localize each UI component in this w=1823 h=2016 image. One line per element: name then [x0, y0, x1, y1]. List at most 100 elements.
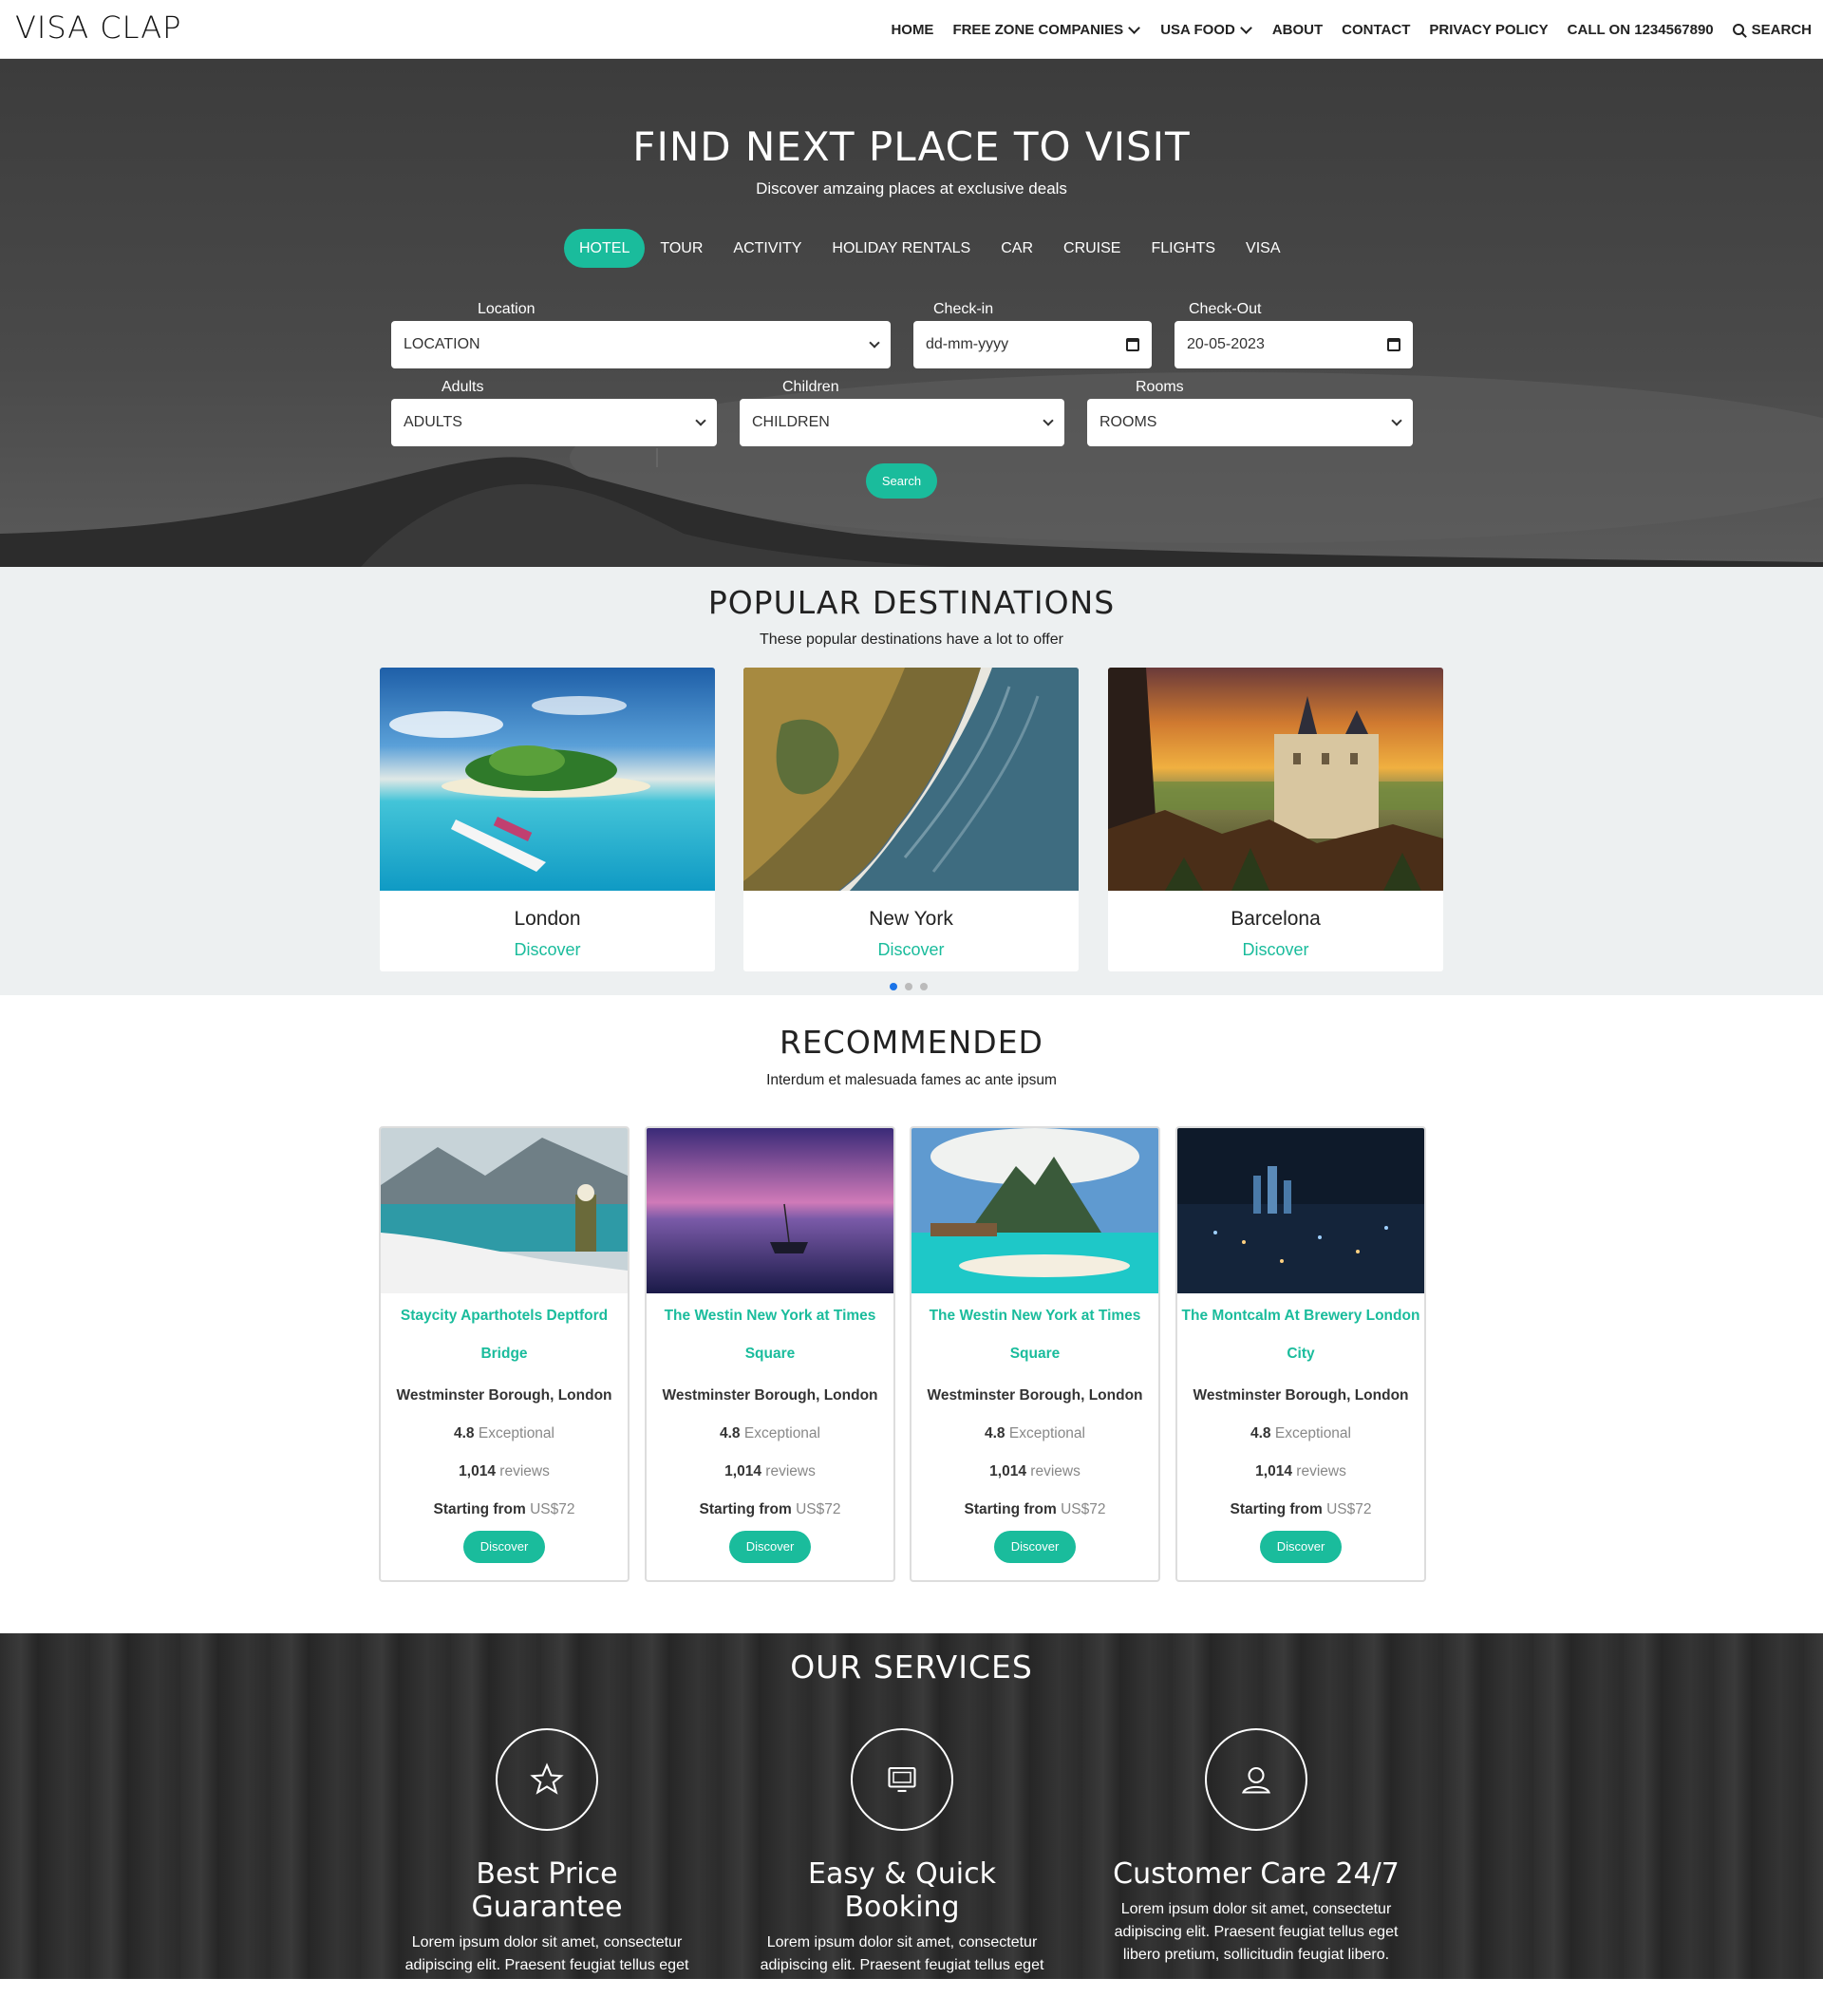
service-icon-circle: [851, 1728, 953, 1831]
checkout-label: Check-Out: [1189, 301, 1262, 317]
nav-usa-food-label: USA FOOD: [1160, 21, 1235, 38]
hotel-title[interactable]: The Montcalm At Brewery London City: [1177, 1297, 1424, 1373]
hero-section: FIND NEXT PLACE TO VISIT Discover amzain…: [0, 59, 1823, 567]
hotel-location: Westminster Borough, London: [396, 1387, 612, 1404]
tab-flights[interactable]: FLIGHTS: [1136, 229, 1231, 268]
nav-search[interactable]: SEARCH: [1732, 21, 1812, 38]
tab-car[interactable]: CAR: [986, 229, 1048, 268]
destination-image-new-york: [743, 668, 1079, 891]
nav-about[interactable]: ABOUT: [1272, 22, 1323, 38]
rating-text: Exceptional: [478, 1425, 554, 1441]
carousel-dot[interactable]: [905, 983, 912, 990]
rating-value: 4.8: [1250, 1425, 1271, 1441]
discover-button[interactable]: Discover: [729, 1531, 811, 1563]
discover-link[interactable]: Discover: [1108, 940, 1443, 960]
hotel-price: Starting from US$72: [912, 1491, 1158, 1529]
nav-privacy-label: PRIVACY POLICY: [1429, 21, 1549, 38]
discover-button[interactable]: Discover: [994, 1531, 1076, 1563]
adults-select[interactable]: ADULTS: [391, 399, 717, 446]
nav-usa-food[interactable]: USA FOOD: [1160, 22, 1253, 38]
price-value: US$72: [796, 1501, 841, 1517]
nav-free-zone-label: FREE ZONE COMPANIES: [952, 21, 1124, 38]
price-label: Starting from: [699, 1501, 792, 1517]
reviews-text: reviews: [765, 1463, 816, 1479]
hotel-rating: 4.8 Exceptional: [912, 1415, 1158, 1453]
price-value: US$72: [1326, 1501, 1372, 1517]
hotel-title[interactable]: Staycity Aparthotels Deptford Bridge: [381, 1297, 628, 1373]
destination-name: New York: [869, 908, 953, 930]
service-text: Lorem ipsum dolor sit amet, consectetur …: [760, 1934, 1044, 1973]
price-value: US$72: [530, 1501, 575, 1517]
hotel-title[interactable]: The Westin New York at Times Square: [647, 1297, 893, 1373]
tab-tour[interactable]: TOUR: [645, 229, 718, 268]
search-button[interactable]: Search: [866, 463, 937, 499]
checkout-date-input[interactable]: 20-05-2023: [1175, 321, 1413, 368]
nav-contact[interactable]: CONTACT: [1342, 22, 1410, 38]
destination-image-barcelona: [1108, 668, 1443, 891]
service-title: Customer Care 24/7: [1113, 1857, 1400, 1891]
hotel-price: Starting from US$72: [381, 1491, 628, 1529]
tab-holiday-rentals[interactable]: HOLIDAY RENTALS: [817, 229, 986, 268]
page-footer-gap: [0, 1979, 1823, 2016]
destination-image-london: [380, 668, 715, 891]
chevron-down-icon: [1239, 21, 1252, 34]
nav-about-label: ABOUT: [1271, 21, 1324, 38]
price-value: US$72: [1061, 1501, 1106, 1517]
chevron-down-icon: [1391, 415, 1402, 426]
nav-contact-label: CONTACT: [1342, 21, 1411, 38]
rooms-select[interactable]: ROOMS: [1087, 399, 1413, 446]
checkout-value: 20-05-2023: [1187, 336, 1265, 352]
tab-cruise[interactable]: CRUISE: [1048, 229, 1136, 268]
carousel-dot[interactable]: [890, 983, 897, 990]
discover-link[interactable]: Discover: [743, 940, 1079, 960]
chevron-down-icon: [695, 415, 706, 426]
popular-destinations-section: POPULAR DESTINATIONS These popular desti…: [0, 567, 1823, 995]
nav-home[interactable]: HOME: [891, 22, 933, 38]
discover-button[interactable]: Discover: [463, 1531, 545, 1563]
reviews-text: reviews: [499, 1463, 550, 1479]
rating-text: Exceptional: [743, 1425, 820, 1441]
destination-card[interactable]: Barcelona Discover: [1108, 668, 1443, 971]
destination-name: London: [514, 908, 581, 930]
discover-link[interactable]: Discover: [380, 940, 715, 960]
hotel-location: Westminster Borough, London: [927, 1387, 1143, 1404]
children-select[interactable]: CHILDREN: [740, 399, 1064, 446]
reviews-count: 1,014: [1255, 1463, 1292, 1479]
hotel-title[interactable]: The Westin New York at Times Square: [912, 1297, 1158, 1373]
destination-card[interactable]: London Discover: [380, 668, 715, 971]
tab-activity[interactable]: ACTIVITY: [718, 229, 817, 268]
nav-call[interactable]: CALL ON 1234567890: [1568, 22, 1714, 38]
hotel-reviews: 1,014 reviews: [381, 1453, 628, 1491]
destination-name: Barcelona: [1231, 908, 1321, 930]
hotel-reviews: 1,014 reviews: [912, 1453, 1158, 1491]
discover-button[interactable]: Discover: [1260, 1531, 1342, 1563]
checkin-date-input[interactable]: dd-mm-yyyy: [913, 321, 1152, 368]
destination-card[interactable]: New York Discover: [743, 668, 1079, 971]
tab-hotel[interactable]: HOTEL: [564, 229, 646, 268]
hotel-card: The Westin New York at Times Square West…: [645, 1126, 895, 1582]
children-value: CHILDREN: [752, 414, 830, 430]
hotel-price: Starting from US$72: [1177, 1491, 1424, 1529]
rooms-label: Rooms: [1136, 379, 1184, 395]
adults-label: Adults: [442, 379, 484, 395]
location-select[interactable]: LOCATION: [391, 321, 891, 368]
nav-privacy-policy[interactable]: PRIVACY POLICY: [1429, 22, 1548, 38]
tab-visa[interactable]: VISA: [1231, 229, 1295, 268]
carousel-dot[interactable]: [920, 983, 928, 990]
rating-value: 4.8: [719, 1425, 741, 1441]
top-navbar: VISA CLAP HOME FREE ZONE COMPANIES USA F…: [0, 0, 1823, 59]
rating-value: 4.8: [453, 1425, 475, 1441]
rating-text: Exceptional: [1008, 1425, 1085, 1441]
hotel-rating: 4.8 Exceptional: [1177, 1415, 1424, 1453]
chevron-down-icon: [869, 337, 880, 349]
hotel-image: [1177, 1128, 1424, 1293]
recommended-title: RECOMMENDED: [780, 1024, 1043, 1061]
calendar-icon[interactable]: [1126, 338, 1139, 351]
nav-free-zone-companies[interactable]: FREE ZONE COMPANIES: [952, 22, 1141, 38]
site-logo[interactable]: VISA CLAP: [15, 9, 181, 46]
nav-search-label: SEARCH: [1751, 21, 1812, 38]
calendar-icon[interactable]: [1387, 338, 1400, 351]
service-item: Easy & Quick Booking Lorem ipsum dolor s…: [755, 1728, 1049, 1979]
search-icon: [1732, 24, 1744, 35]
chevron-down-icon: [1043, 415, 1054, 426]
